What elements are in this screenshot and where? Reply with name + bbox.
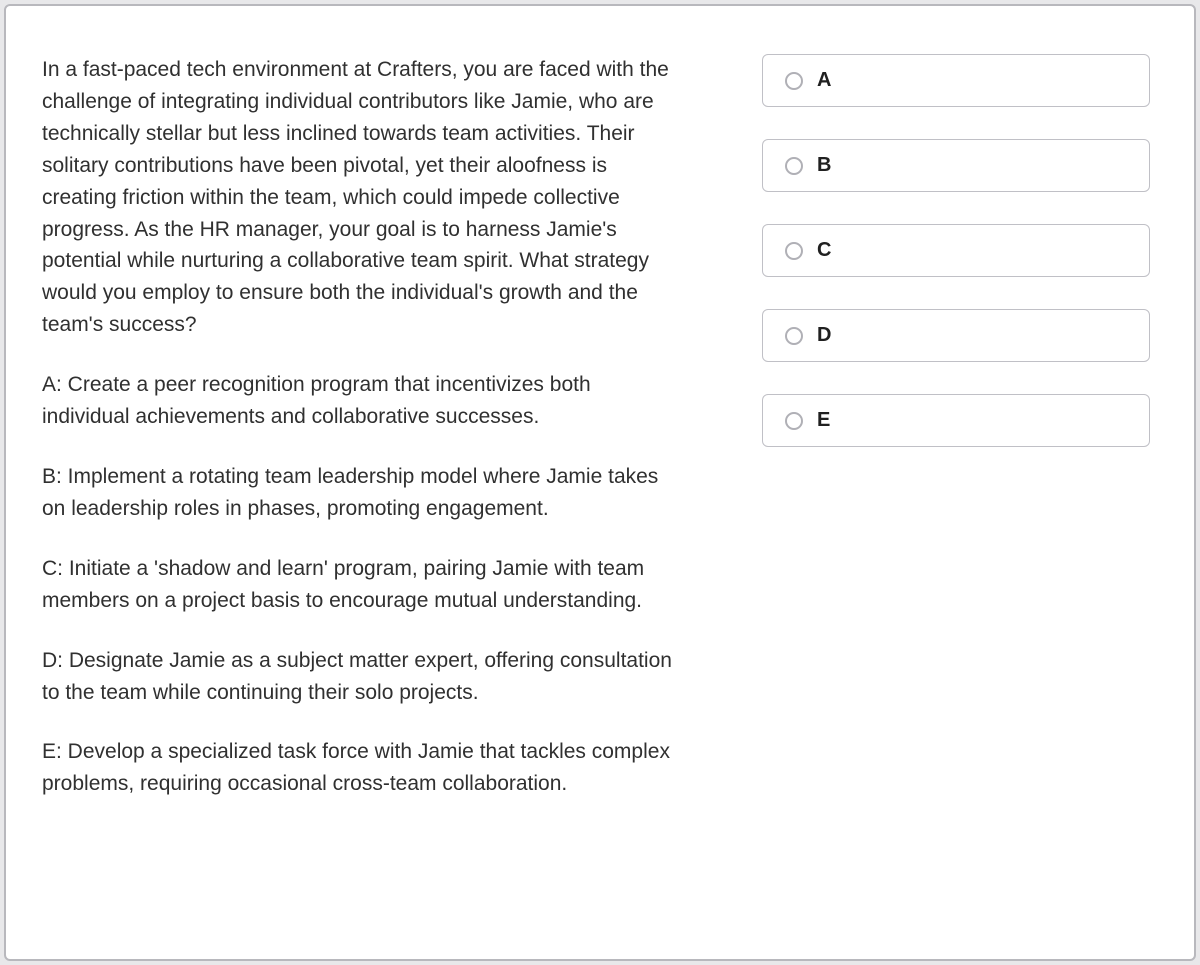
answer-description-c: C: Initiate a 'shadow and learn' program… bbox=[42, 553, 682, 617]
radio-icon bbox=[785, 242, 803, 260]
options-column: A B C D E bbox=[762, 54, 1150, 911]
option-label: B bbox=[817, 154, 831, 177]
answer-description-b: B: Implement a rotating team leadership … bbox=[42, 461, 682, 525]
answer-description-a: A: Create a peer recognition program tha… bbox=[42, 369, 682, 433]
option-button-d[interactable]: D bbox=[762, 309, 1150, 362]
option-button-e[interactable]: E bbox=[762, 394, 1150, 447]
radio-icon bbox=[785, 327, 803, 345]
radio-icon bbox=[785, 412, 803, 430]
option-label: D bbox=[817, 324, 831, 347]
option-button-b[interactable]: B bbox=[762, 139, 1150, 192]
radio-icon bbox=[785, 72, 803, 90]
question-prompt: In a fast-paced tech environment at Craf… bbox=[42, 54, 682, 341]
option-label: C bbox=[817, 239, 831, 262]
option-button-a[interactable]: A bbox=[762, 54, 1150, 107]
option-button-c[interactable]: C bbox=[762, 224, 1150, 277]
option-label: A bbox=[817, 69, 831, 92]
answer-description-e: E: Develop a specialized task force with… bbox=[42, 736, 682, 800]
radio-icon bbox=[785, 157, 803, 175]
quiz-container: In a fast-paced tech environment at Craf… bbox=[4, 4, 1196, 961]
question-column: In a fast-paced tech environment at Craf… bbox=[42, 54, 682, 911]
option-label: E bbox=[817, 409, 830, 432]
answer-description-d: D: Designate Jamie as a subject matter e… bbox=[42, 645, 682, 709]
